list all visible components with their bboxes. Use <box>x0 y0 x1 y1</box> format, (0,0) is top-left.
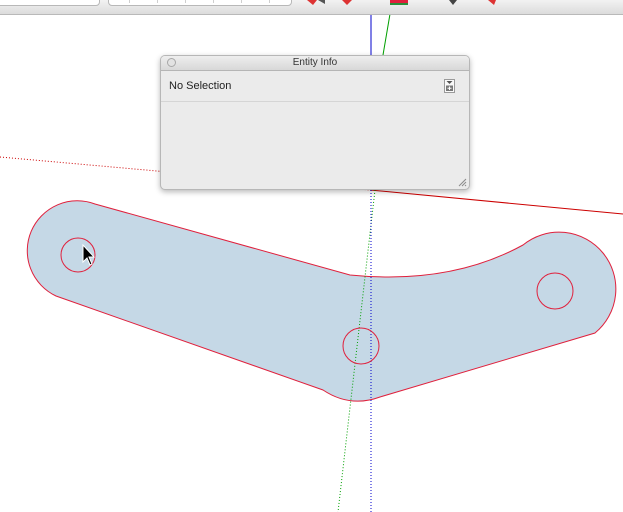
resize-grip-icon[interactable] <box>457 177 467 187</box>
entity-info-panel[interactable]: Entity Info No Selection <box>160 55 470 190</box>
expand-toggle-icon[interactable] <box>444 79 455 93</box>
entity-info-titlebar[interactable]: Entity Info <box>161 56 469 71</box>
selection-label: No Selection <box>169 80 232 92</box>
walk-icon[interactable] <box>486 0 498 6</box>
toolbar-strip <box>0 0 623 15</box>
green-axis <box>382 13 391 56</box>
red-axis <box>369 189 623 215</box>
entity-info-header-row: No Selection <box>161 71 469 102</box>
orbit-icon[interactable] <box>448 0 458 6</box>
tape-measure-icon[interactable] <box>390 0 410 6</box>
model-face[interactable] <box>26 200 617 402</box>
arrow-tool-icon[interactable] <box>305 0 327 6</box>
paint-tool-icon[interactable] <box>340 0 354 6</box>
toolbar-field-right[interactable] <box>108 0 292 6</box>
toolbar-field-left[interactable] <box>0 0 100 6</box>
entity-info-title: Entity Info <box>292 57 338 68</box>
